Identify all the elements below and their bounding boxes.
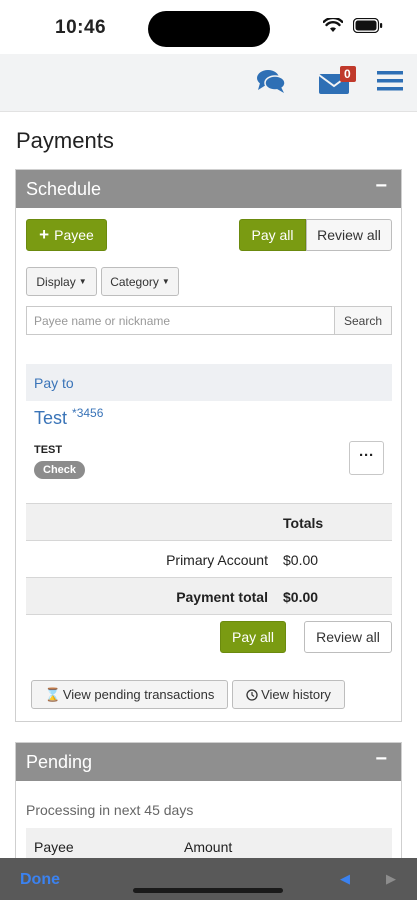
collapse-icon[interactable]: − [375,175,387,198]
caret-down-icon: ▼ [78,277,87,286]
schedule-panel-header[interactable]: Schedule − [16,170,401,208]
table-row: Primary Account $0.00 [26,541,392,578]
column-header-amount: Amount [184,839,233,855]
payee-account-number: *3456 [72,406,104,420]
caret-down-icon: ▼ [161,277,170,286]
totals-header: Totals [283,515,324,531]
schedule-panel: Schedule − + Payee Pay all Review all Di… [15,169,402,722]
app-header: 0 [0,54,417,112]
row-value: $0.00 [283,589,319,605]
dynamic-island [148,11,270,47]
mail-badge-count: 0 [344,67,351,81]
status-icons [323,18,383,33]
totals-table: Totals Primary Account $0.00 Payment tot… [26,503,392,615]
add-payee-button[interactable]: + Payee [26,219,107,251]
pay-all-button[interactable]: Pay all [239,219,306,251]
row-label: Payment total [176,589,268,605]
search-input[interactable]: Payee name or nickname [26,306,334,335]
totals-header-row: Totals [26,504,392,541]
mail-icon[interactable]: 0 [318,66,360,101]
column-header-payee: Payee [34,839,74,855]
wifi-icon [323,18,343,32]
payee-nickname: TEST [34,444,63,456]
done-button[interactable]: Done [20,871,60,889]
pay-to-header: Pay to [26,364,392,401]
next-field-icon[interactable]: ▶ [386,871,396,887]
view-history-button[interactable]: View history [232,680,345,709]
payment-method-badge: Check [34,461,86,479]
category-dropdown[interactable]: Category ▼ [101,267,179,296]
search-button[interactable]: Search [334,306,392,335]
pending-title: Pending [26,752,93,772]
payee-link[interactable]: Test *3456 [34,406,104,429]
status-bar: 10:46 [0,0,417,54]
clock-icon [246,688,258,701]
hourglass-icon: ⌛ [44,686,61,702]
review-all-button[interactable]: Review all [306,219,392,251]
pending-panel-header[interactable]: Pending − [16,743,401,781]
display-dropdown[interactable]: Display ▼ [26,267,97,296]
view-pending-button[interactable]: ⌛ View pending transactions [31,680,228,709]
more-options-button[interactable]: ··· [349,441,384,475]
home-indicator [133,888,283,893]
collapse-icon[interactable]: − [375,748,387,771]
chat-icon[interactable] [256,68,286,99]
pay-all-bottom-button[interactable]: Pay all [220,621,286,653]
status-time: 10:46 [55,17,107,38]
pending-panel: Pending − Processing in next 45 days Pay… [15,742,402,872]
plus-icon: + [39,225,50,244]
schedule-title: Schedule [26,179,102,199]
review-all-bottom-button[interactable]: Review all [304,621,392,653]
table-row: Payment total $0.00 [26,578,392,615]
row-label: Primary Account [166,552,268,568]
bottom-toolbar: Done ◀ ▶ [0,858,417,900]
battery-icon [353,18,383,33]
previous-field-icon[interactable]: ◀ [340,871,350,887]
pending-subtitle: Processing in next 45 days [26,802,194,818]
menu-icon[interactable] [377,70,403,97]
page-title: Payments [16,128,114,153]
row-value: $0.00 [283,552,319,568]
